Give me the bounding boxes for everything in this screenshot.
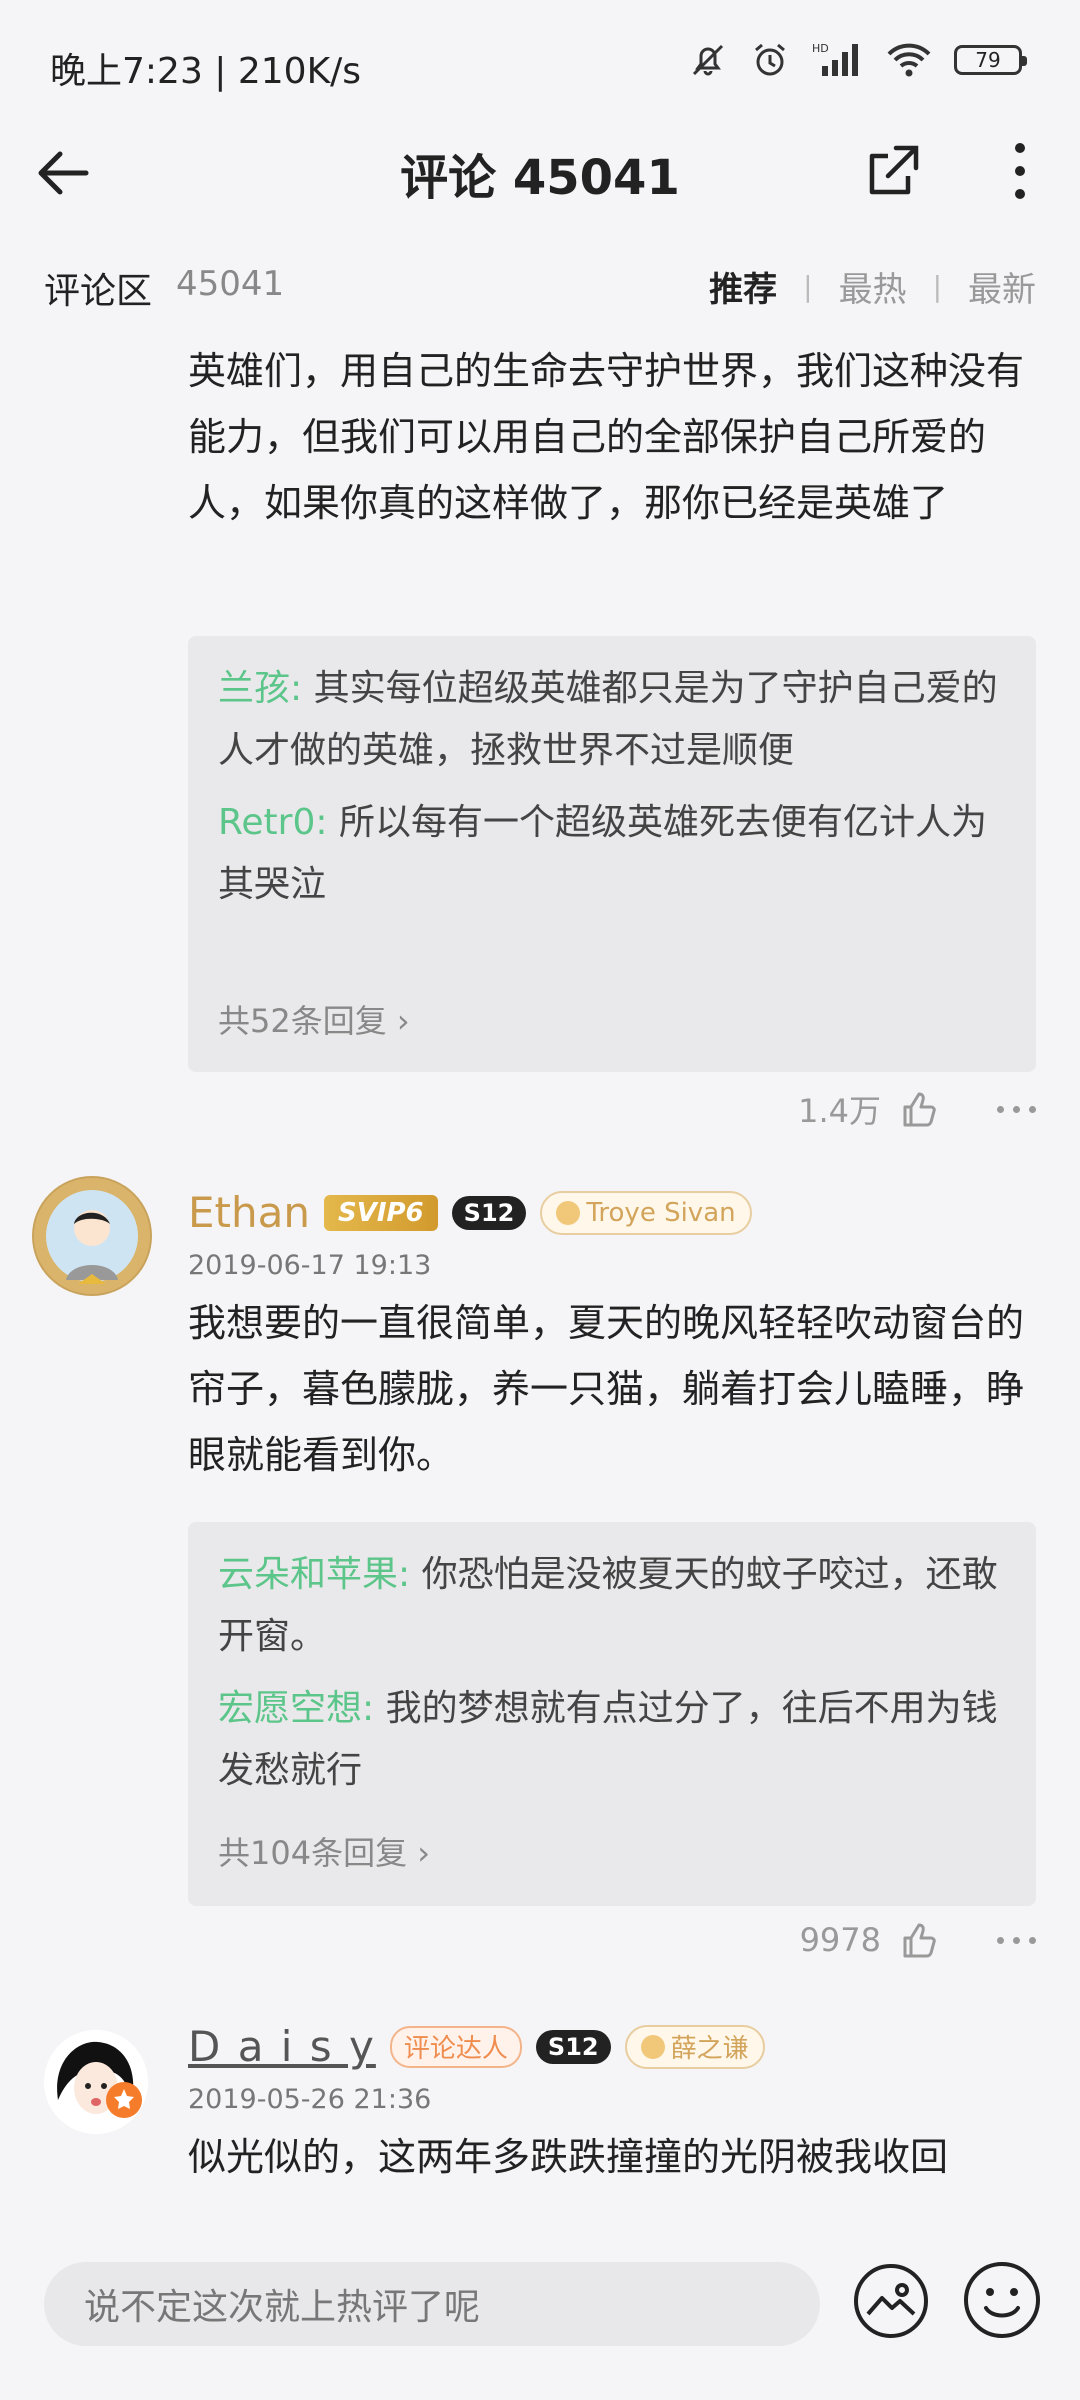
vip-badge: SVIP6 bbox=[323, 1194, 438, 1231]
like-count: 9978 bbox=[799, 1921, 881, 1959]
thumb-up-icon[interactable] bbox=[899, 1089, 939, 1129]
reply-username[interactable]: Retr0: bbox=[218, 802, 328, 843]
emoji-icon[interactable] bbox=[962, 2260, 1042, 2340]
comment-date: 2019-05-26 21:36 bbox=[188, 2084, 432, 2115]
level-badge: S12 bbox=[535, 2029, 611, 2064]
fan-badge-label: 薛之谦 bbox=[670, 2034, 749, 2064]
image-icon[interactable] bbox=[852, 2262, 930, 2340]
status-time: 晚上7:23 | 210K/s bbox=[50, 51, 362, 92]
star-icon bbox=[556, 1200, 581, 1225]
reply-username[interactable]: 宏愿空想: bbox=[218, 1688, 374, 1729]
more-horizontal-icon[interactable] bbox=[997, 1105, 1036, 1113]
user-row: D a i s y 评论达人 S12 薛之谦 bbox=[188, 2022, 765, 2071]
status-icons: HD 79 bbox=[688, 40, 1027, 80]
section-title: 评论区 bbox=[44, 271, 153, 312]
talent-badge: 评论达人 bbox=[389, 2025, 522, 2068]
view-replies-link[interactable]: 共52条回复 › bbox=[218, 996, 410, 1042]
comment-input[interactable]: 说不定这次就上热评了呢 bbox=[44, 2262, 820, 2346]
fan-badge-label: Troye Sivan bbox=[586, 1197, 736, 1228]
divider: | bbox=[932, 270, 942, 303]
comment-actions: 1.4万 bbox=[798, 1086, 1036, 1132]
sort-new[interactable]: 最新 bbox=[968, 262, 1036, 311]
comment-text: 英雄们，用自己的生命去守护世界，我们这种没有能力，但我们可以用自己的全部保护自己… bbox=[188, 349, 1025, 525]
signal-icon: HD bbox=[812, 42, 858, 76]
section-count: 45041 bbox=[176, 264, 285, 304]
username[interactable]: D a i s y bbox=[188, 2022, 376, 2071]
more-horizontal-icon[interactable] bbox=[997, 1936, 1036, 1944]
mute-bell-icon bbox=[692, 44, 724, 76]
more-vertical-icon[interactable] bbox=[990, 136, 1050, 206]
user-row: Ethan SVIP6 S12 Troye Sivan bbox=[188, 1188, 752, 1237]
reply-item: Retr0: 所以每有一个超级英雄死去便有亿计人为其哭泣 bbox=[218, 792, 1006, 916]
reply-item: 兰孩: 其实每位超级英雄都只是为了守护自己爱的人才做的英雄，拯救世界不过是顺便 bbox=[218, 658, 1006, 782]
comment-date: 2019-06-17 19:13 bbox=[188, 1250, 432, 1281]
wifi-icon bbox=[887, 43, 931, 77]
battery-level: 79 bbox=[975, 48, 1001, 72]
view-replies-link[interactable]: 共104条回复 › bbox=[218, 1828, 430, 1874]
star-icon bbox=[640, 2034, 665, 2059]
reply-item: 宏愿空想: 我的梦想就有点过分了，往后不用为钱发愁就行 bbox=[218, 1678, 1006, 1802]
comment-text: 似光似的，这两年多跌跌撞撞的光阴被我收回 bbox=[188, 2135, 949, 2179]
like-count: 1.4万 bbox=[798, 1092, 881, 1130]
sort-hot[interactable]: 最热 bbox=[839, 262, 907, 311]
reply-username[interactable]: 兰孩: bbox=[218, 668, 302, 709]
battery-icon: 79 bbox=[954, 45, 1027, 75]
reply-username[interactable]: 云朵和苹果: bbox=[218, 1554, 410, 1595]
sort-recommend[interactable]: 推荐 bbox=[709, 262, 777, 311]
avatar-image bbox=[34, 1178, 150, 1294]
title-bar: 评论 45041 bbox=[0, 120, 1080, 220]
reply-item: 云朵和苹果: 你恐怕是没被夏天的蚊子咬过，还敢开窗。 bbox=[218, 1544, 1006, 1668]
level-badge: S12 bbox=[451, 1195, 527, 1230]
fan-badge[interactable]: 薛之谦 bbox=[624, 2024, 765, 2069]
fan-badge[interactable]: Troye Sivan bbox=[540, 1190, 752, 1235]
reply-preview[interactable]: 云朵和苹果: 你恐怕是没被夏天的蚊子咬过，还敢开窗。 宏愿空想: 我的梦想就有点… bbox=[188, 1522, 1036, 1906]
alarm-icon bbox=[755, 43, 785, 76]
svg-text:HD: HD bbox=[812, 42, 829, 55]
status-bar: 晚上7:23 | 210K/s HD 79 bbox=[0, 0, 1080, 130]
divider: | bbox=[803, 270, 813, 303]
comment-section-header: 评论区 45041 推荐 | 最热 | 最新 bbox=[0, 250, 1080, 320]
sort-options: 推荐 | 最热 | 最新 bbox=[709, 262, 1036, 311]
avatar[interactable] bbox=[32, 1176, 152, 1296]
username[interactable]: Ethan bbox=[188, 1188, 310, 1237]
comment-input-bar: 说不定这次就上热评了呢 bbox=[0, 2210, 1080, 2400]
reply-text: 所以每有一个超级英雄死去便有亿计人为其哭泣 bbox=[218, 802, 987, 905]
reply-preview[interactable]: 兰孩: 其实每位超级英雄都只是为了守护自己爱的人才做的英雄，拯救世界不过是顺便 … bbox=[188, 636, 1036, 1072]
thumb-up-icon[interactable] bbox=[899, 1920, 939, 1960]
talent-star-icon bbox=[106, 2082, 142, 2118]
reply-text: 其实每位超级英雄都只是为了守护自己爱的人才做的英雄，拯救世界不过是顺便 bbox=[218, 668, 998, 771]
comment-actions: 9978 bbox=[800, 1920, 1036, 1960]
comment-text: 我想要的一直很简单，夏天的晚风轻轻吹动窗台的帘子，暮色朦胧，养一只猫，躺着打会儿… bbox=[188, 1301, 1025, 1477]
share-icon[interactable] bbox=[858, 136, 928, 206]
